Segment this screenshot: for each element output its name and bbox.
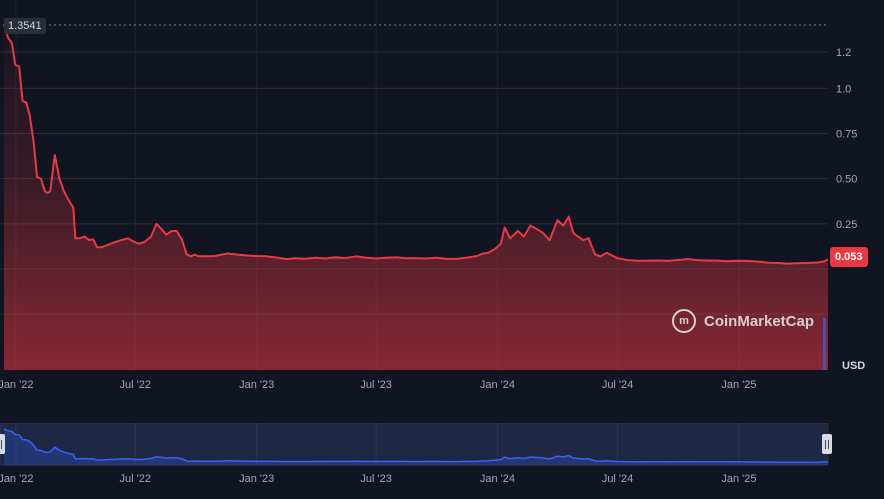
watermark-text: CoinMarketCap [704,312,815,330]
navigator-x-tick-label: Jan '22 [0,473,33,485]
high-price-label: 1.3541 [4,18,46,34]
y-tick-label: 0.50 [836,174,857,186]
current-price-tag: 0.053 [830,247,868,267]
price-chart[interactable]: 1.2 1.0 0.75 0.50 0.25 Jan '22 Jul '22 Jan '23… [0,0,884,400]
price-line [3,24,829,265]
range-navigator[interactable]: Jan '22 Jul '22 Jan '23 Jul '23 Jan '24 Jul '… [0,423,884,499]
coinmarketcap-logo-icon: m [672,309,696,333]
navigator-x-tick-label: Jan '24 [480,473,515,485]
navigator-right-handle[interactable] [822,434,832,454]
navigator-x-tick-label: Jan '25 [721,473,756,485]
y-tick-label: 0.25 [836,219,857,231]
coinmarketcap-watermark: m CoinMarketCap [672,309,814,333]
navigator-x-axis: Jan '22 Jul '22 Jan '23 Jul '23 Jan '24 Jul '… [0,473,757,485]
x-tick-label: Jul '24 [602,379,633,391]
x-tick-label: Jul '22 [120,379,151,391]
navigator-x-tick-label: Jul '24 [602,473,633,485]
x-tick-label: Jan '23 [239,379,274,391]
y-tick-label: 0.75 [836,128,857,140]
navigator-left-handle[interactable] [0,434,5,454]
y-tick-label: 1.0 [836,83,851,95]
x-tick-label: Jul '23 [360,379,391,391]
currency-unit-label: USD [842,360,866,372]
navigator-x-tick-label: Jul '23 [360,473,391,485]
y-tick-label: 1.2 [836,47,851,59]
x-tick-label: Jan '22 [0,379,33,391]
volume-bar [823,318,826,370]
x-tick-label: Jan '24 [480,379,515,391]
navigator-x-tick-label: Jul '22 [120,473,151,485]
y-axis: 1.2 1.0 0.75 0.50 0.25 [836,47,857,231]
navigator-x-tick-label: Jan '23 [239,473,274,485]
x-axis: Jan '22 Jul '22 Jan '23 Jul '23 Jan '24 Jul '… [0,379,757,391]
x-tick-label: Jan '25 [721,379,756,391]
